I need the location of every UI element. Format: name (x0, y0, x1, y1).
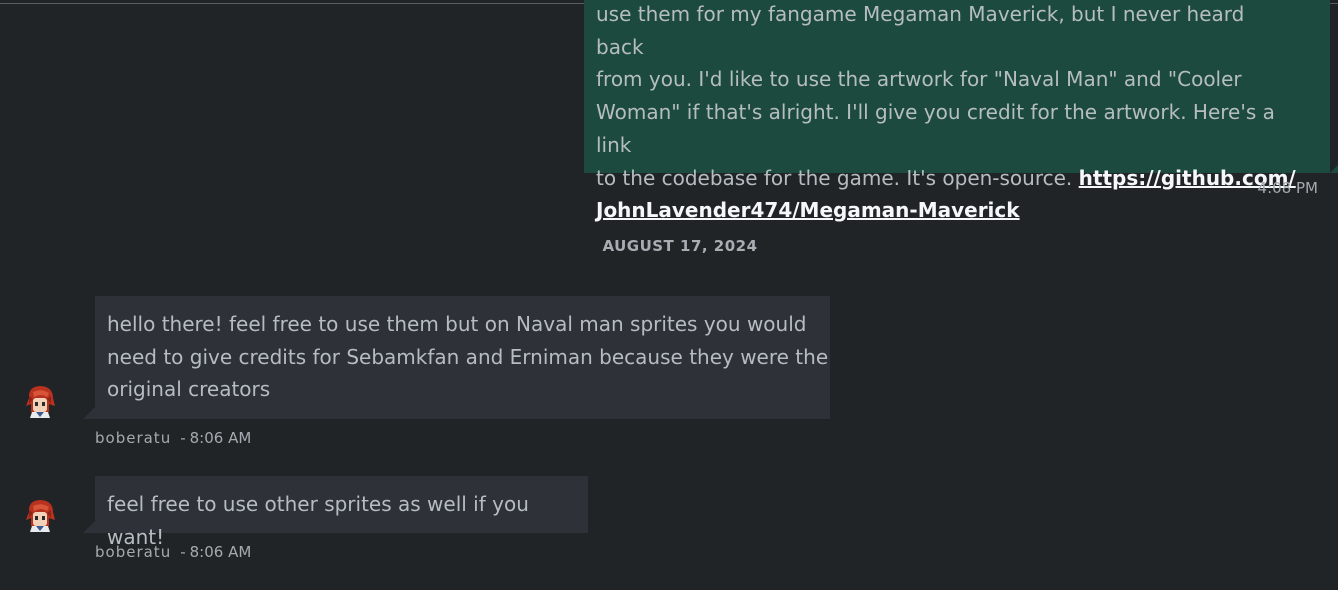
incoming-line: hello there! feel free to use them but o… (107, 312, 807, 336)
chat-pane[interactable]: use them for my fangame Megaman Maverick… (0, 0, 1338, 590)
incoming-line: need to give credits for Sebamkfan and E… (107, 344, 829, 369)
github-link-part-2[interactable]: JohnLavender474/Megaman-Maverick (596, 198, 1020, 222)
incoming-line: original creators (107, 377, 271, 402)
meta-separator: - (180, 429, 186, 447)
outgoing-message-time: 4:08 PM (1257, 179, 1318, 197)
outgoing-message-bubble[interactable]: use them for my fangame Megaman Maverick… (584, 0, 1338, 222)
incoming-message-bubble[interactable]: feel free to use other sprites as well i… (83, 476, 588, 549)
date-separator: AUGUST 17, 2024 (602, 237, 758, 255)
avatar-icon[interactable] (23, 498, 57, 534)
meta-separator: - (180, 543, 186, 561)
outgoing-line-2: from you. I'd like to use the artwork fo… (596, 67, 1242, 92)
incoming-line: feel free to use other sprites as well i… (107, 492, 529, 549)
incoming-message-text: hello there! feel free to use them but o… (107, 308, 828, 406)
author-name[interactable]: boberatu (95, 429, 171, 447)
incoming-bubble-tail (83, 405, 97, 419)
avatar-icon[interactable] (23, 384, 57, 420)
outgoing-line-4: to the codebase for the game. It's open-… (596, 165, 1079, 190)
incoming-message-bubble[interactable]: hello there! feel free to use them but o… (83, 296, 830, 419)
author-name[interactable]: boberatu (95, 543, 171, 561)
outgoing-line-1: use them for my fangame Megaman Maverick… (596, 2, 1245, 59)
outgoing-message-text: use them for my fangame Megaman Maverick… (596, 0, 1296, 227)
outgoing-line-3: Woman" if that's alright. I'll give you … (596, 100, 1275, 157)
message-time: 8:06 AM (189, 543, 252, 561)
incoming-bubble-tail (83, 519, 97, 533)
incoming-message-meta: boberatu -8:06 AM (95, 429, 251, 447)
message-time: 8:06 AM (189, 429, 252, 447)
outgoing-bubble-tail (1330, 159, 1338, 173)
incoming-message-meta: boberatu -8:06 AM (95, 543, 251, 561)
